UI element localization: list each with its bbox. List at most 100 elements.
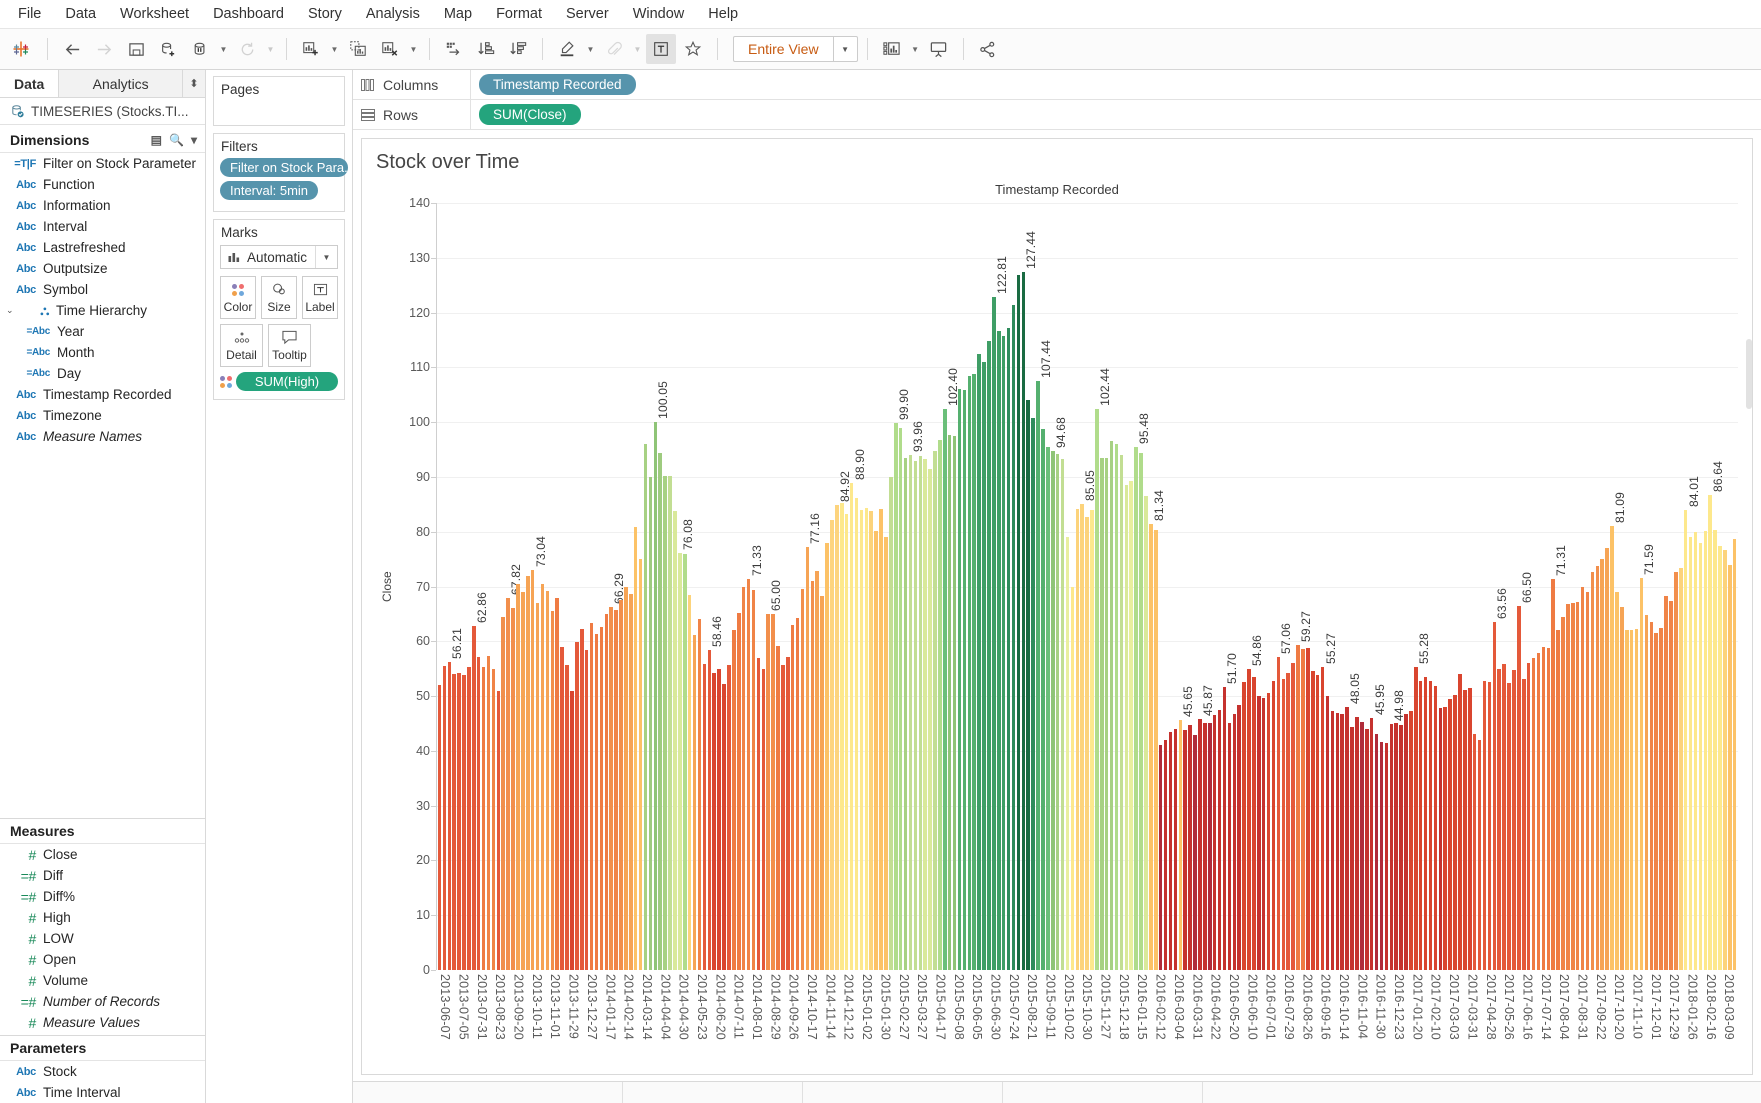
dimension-timezone[interactable]: AbcTimezone [0, 405, 205, 426]
bar[interactable] [757, 658, 761, 970]
bar[interactable] [1085, 517, 1089, 970]
bar[interactable] [1429, 681, 1433, 970]
tooltip-button[interactable]: Tooltip [268, 324, 311, 367]
bar[interactable] [968, 376, 972, 970]
columns-shelf[interactable]: Columns Timestamp Recorded [353, 70, 1761, 100]
bar[interactable] [492, 669, 496, 970]
bar[interactable] [1522, 679, 1526, 970]
bar[interactable] [1600, 559, 1604, 970]
bar[interactable] [771, 614, 775, 970]
dimension-month[interactable]: =AbcMonth [0, 342, 205, 363]
bar[interactable] [688, 595, 692, 970]
bar[interactable] [438, 685, 442, 970]
bar[interactable] [1365, 729, 1369, 970]
mark-color-pill[interactable]: SUM(High) [236, 372, 338, 391]
bar[interactable] [1694, 532, 1698, 970]
bar[interactable] [933, 451, 937, 970]
bar[interactable] [1704, 531, 1708, 970]
measure-open[interactable]: #Open [0, 949, 205, 970]
bar[interactable] [1233, 714, 1237, 970]
bar[interactable] [619, 600, 623, 970]
bar[interactable] [874, 531, 878, 970]
bar[interactable] [1551, 579, 1555, 970]
menu-item-server[interactable]: Server [554, 2, 621, 26]
bar[interactable] [928, 469, 932, 970]
forward-arrow-icon[interactable] [89, 34, 119, 64]
bar[interactable] [1183, 730, 1187, 970]
bar[interactable] [477, 657, 481, 970]
chevron-down-icon[interactable]: ▾ [191, 133, 197, 147]
bar[interactable] [855, 498, 859, 970]
bar[interactable] [1002, 336, 1006, 970]
bar[interactable] [1321, 667, 1325, 970]
bar[interactable] [1164, 740, 1168, 970]
bar[interactable] [1218, 710, 1222, 970]
bar[interactable] [1728, 565, 1732, 970]
bar[interactable] [1095, 409, 1099, 970]
menu-item-window[interactable]: Window [621, 2, 697, 26]
bar[interactable] [747, 579, 751, 970]
bar[interactable] [678, 553, 682, 970]
bar[interactable] [1360, 722, 1364, 970]
bar[interactable] [992, 297, 996, 970]
bar[interactable] [551, 611, 555, 970]
bar[interactable] [894, 423, 898, 970]
bar[interactable] [869, 511, 873, 970]
sort-pane-icon[interactable]: ⬍ [183, 70, 205, 97]
bar[interactable] [860, 510, 864, 970]
bar[interactable] [536, 603, 540, 970]
save-icon[interactable] [121, 34, 151, 64]
bar[interactable] [1080, 504, 1084, 970]
bar[interactable] [1419, 681, 1423, 970]
dimension-symbol[interactable]: AbcSymbol [0, 279, 205, 300]
sort-ascending-icon[interactable] [471, 34, 501, 64]
bar[interactable] [1684, 510, 1688, 970]
parameter-stock[interactable]: AbcStock [0, 1061, 205, 1082]
bar[interactable] [1605, 548, 1609, 970]
bar[interactable] [845, 514, 849, 970]
bar[interactable] [958, 389, 962, 970]
bar[interactable] [1458, 674, 1462, 970]
bar[interactable] [791, 625, 795, 970]
bar[interactable] [1527, 663, 1531, 970]
label-button[interactable]: Label [302, 276, 338, 319]
bar[interactable] [663, 476, 667, 970]
bar[interactable] [1394, 723, 1398, 970]
dimension-interval[interactable]: AbcInterval [0, 216, 205, 237]
bar[interactable] [1610, 526, 1614, 970]
bar[interactable] [1718, 546, 1722, 970]
bar[interactable] [1139, 453, 1143, 970]
presentation-mode-icon[interactable] [924, 34, 954, 64]
bar[interactable] [673, 511, 677, 970]
measure-high[interactable]: #High [0, 907, 205, 928]
highlight-icon[interactable] [552, 34, 582, 64]
bar[interactable] [786, 657, 790, 970]
dimension-filter-on-stock-parameter[interactable]: =T|FFilter on Stock Parameter [0, 153, 205, 174]
bar[interactable] [1061, 459, 1065, 970]
bar[interactable] [1581, 587, 1585, 971]
bar[interactable] [1017, 275, 1021, 970]
bar[interactable] [1149, 524, 1153, 970]
bar[interactable] [1507, 683, 1511, 970]
dimension-year[interactable]: =AbcYear [0, 321, 205, 342]
bar[interactable] [1262, 698, 1266, 970]
bar[interactable] [1071, 587, 1075, 971]
measure-diff-[interactable]: =#Diff% [0, 886, 205, 907]
bar[interactable] [1556, 630, 1560, 970]
bar[interactable] [462, 675, 466, 970]
bar[interactable] [1125, 485, 1129, 970]
measure-volume[interactable]: #Volume [0, 970, 205, 991]
bar[interactable] [1390, 724, 1394, 970]
bar[interactable] [840, 503, 844, 970]
bar[interactable] [943, 409, 947, 970]
bar[interactable] [914, 461, 918, 971]
show-me-icon[interactable] [877, 34, 907, 64]
fix-axes-icon[interactable] [678, 34, 708, 64]
bar[interactable] [850, 483, 854, 970]
bar[interactable] [1174, 729, 1178, 970]
bar[interactable] [1257, 696, 1261, 970]
bar[interactable] [801, 589, 805, 970]
bar[interactable] [1144, 496, 1148, 970]
bar[interactable] [1326, 696, 1330, 970]
dimension-lastrefreshed[interactable]: AbcLastrefreshed [0, 237, 205, 258]
